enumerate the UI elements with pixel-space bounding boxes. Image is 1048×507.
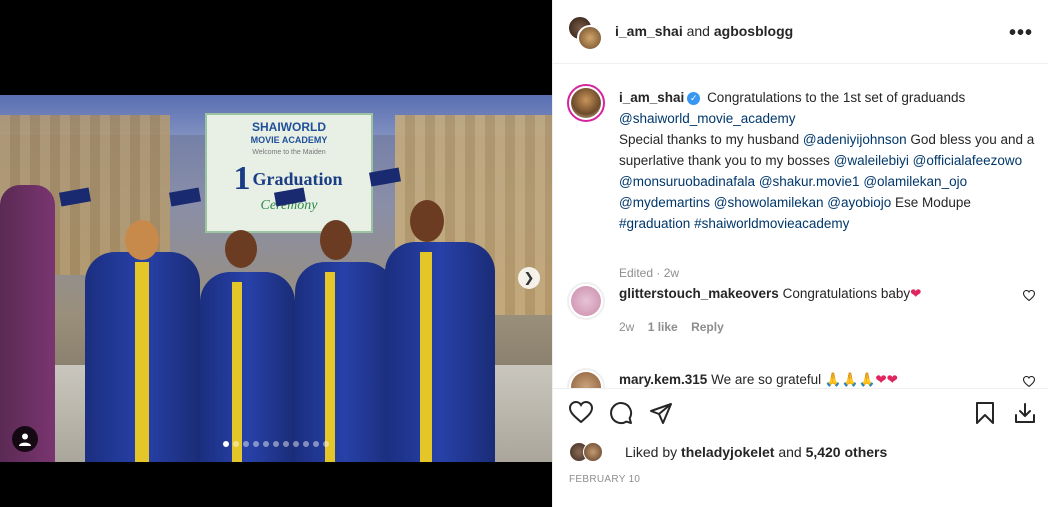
- more-options-icon[interactable]: •••: [1009, 22, 1033, 45]
- comment-meta: 2w 1 like Reply: [619, 320, 724, 334]
- action-bar: [553, 388, 1048, 440]
- hashtag-link[interactable]: #shaiworldmovieacademy: [694, 216, 849, 231]
- carousel-indicator: [0, 441, 552, 447]
- verified-badge-icon: ✓: [687, 92, 701, 105]
- comment-icon: [610, 402, 633, 425]
- banner-logo-line1: SHAIWORLD: [252, 120, 326, 134]
- mention-link[interactable]: @ayobiojo: [827, 195, 891, 210]
- comment-text: mary.kem.315 We are so grateful 🙏🙏🙏❤❤: [619, 372, 898, 388]
- avatar[interactable]: [567, 282, 605, 320]
- carousel-dot: [243, 441, 249, 447]
- comment-username[interactable]: mary.kem.315: [619, 372, 707, 387]
- mention-link[interactable]: @monsuruobadinafala: [619, 174, 755, 189]
- header-avatars[interactable]: [567, 15, 603, 51]
- download-button[interactable]: [1013, 401, 1037, 430]
- mention-link[interactable]: @mydemartins: [619, 195, 710, 210]
- caption-username[interactable]: i_am_shai: [619, 90, 684, 105]
- post-header: i_am_shai and agbosblogg •••: [553, 0, 1048, 64]
- tagged-users-button[interactable]: [12, 426, 38, 452]
- save-button[interactable]: [975, 401, 995, 430]
- hashtag-link[interactable]: #graduation: [619, 216, 690, 231]
- heart-emoji: ❤: [910, 286, 922, 301]
- comments-section[interactable]: i_am_shai ✓ Congratulations to the 1st se…: [553, 64, 1048, 388]
- comment-age[interactable]: 2w: [619, 320, 634, 334]
- caption-text4: Ese Modupe: [895, 195, 971, 210]
- mention-link[interactable]: @showolamilekan: [714, 195, 824, 210]
- caption-edited-time: Edited · 2w: [619, 266, 680, 280]
- likes-summary: Liked by theladyjokelet and 5,420 others: [567, 442, 1037, 464]
- liker-link[interactable]: theladyjokelet: [681, 444, 774, 460]
- mention-link[interactable]: @olamilekan_ojo: [863, 174, 967, 189]
- heart-outline-icon: [1022, 289, 1036, 302]
- likes-avatars[interactable]: [569, 442, 609, 464]
- carousel-dot: [263, 441, 269, 447]
- coauthor-link[interactable]: agbosblogg: [714, 23, 793, 39]
- avatar[interactable]: [567, 84, 605, 122]
- carousel-dot: [273, 441, 279, 447]
- banner-headline-text: Graduation: [252, 168, 343, 189]
- header-authors: i_am_shai and agbosblogg: [615, 23, 793, 39]
- share-button[interactable]: [649, 401, 673, 430]
- comment-like-button[interactable]: [1022, 375, 1036, 388]
- likes-count-link[interactable]: 5,420 others: [806, 444, 888, 460]
- carousel-dot: [253, 441, 259, 447]
- comment-button[interactable]: [609, 401, 633, 430]
- mention-link[interactable]: @adeniyijohnson: [803, 132, 907, 147]
- caption-line1: Congratulations to the 1st set of gradua…: [707, 90, 966, 105]
- comment-username[interactable]: glitterstouch_makeovers: [619, 286, 779, 301]
- photo-banner: SHAIWORLD MOVIE ACADEMY Welcome to the M…: [205, 113, 373, 233]
- carousel-dot: [293, 441, 299, 447]
- likes-prefix: Liked by: [625, 444, 678, 460]
- banner-subtitle: Welcome to the Maiden: [252, 149, 326, 156]
- author-link[interactable]: i_am_shai: [615, 23, 683, 39]
- comment-body: We are so grateful: [711, 372, 822, 387]
- post-media: SHAIWORLD MOVIE ACADEMY Welcome to the M…: [0, 0, 552, 507]
- reply-button[interactable]: Reply: [691, 320, 724, 334]
- carousel-next-button[interactable]: ❯: [518, 267, 540, 289]
- post-date[interactable]: FEBRUARY 10: [569, 474, 640, 485]
- avatar[interactable]: [583, 442, 603, 462]
- carousel-dot: [283, 441, 289, 447]
- bookmark-icon: [976, 402, 994, 424]
- carousel-dot: [313, 441, 319, 447]
- caption-text: i_am_shai ✓ Congratulations to the 1st se…: [619, 87, 1037, 234]
- post-panel: i_am_shai and agbosblogg ••• i_am_shai ✓ …: [552, 0, 1048, 507]
- chevron-right-icon: ❯: [523, 270, 535, 285]
- author-joiner: and: [686, 23, 710, 39]
- likes-text: Liked by theladyjokelet and 5,420 others: [625, 444, 887, 460]
- avatar[interactable]: [567, 368, 605, 388]
- post-photo[interactable]: SHAIWORLD MOVIE ACADEMY Welcome to the M…: [0, 95, 552, 462]
- comment-likes[interactable]: 1 like: [648, 320, 678, 334]
- avatar[interactable]: [577, 25, 603, 51]
- mention-link[interactable]: @waleilebiyi: [834, 153, 909, 168]
- banner-number: 1: [233, 160, 251, 197]
- mention-link[interactable]: @shaiworld_movie_academy: [619, 111, 796, 126]
- photo-guest: [0, 185, 55, 462]
- mention-link[interactable]: @shakur.movie1: [759, 174, 860, 189]
- emoji-text: 🙏🙏🙏❤❤: [824, 372, 898, 387]
- carousel-dot: [323, 441, 329, 447]
- comment-body: Congratulations baby: [782, 286, 911, 301]
- like-button[interactable]: [568, 400, 594, 428]
- banner-logo-line2: MOVIE ACADEMY: [250, 135, 328, 145]
- carousel-dot: [223, 441, 229, 447]
- send-icon: [650, 403, 672, 424]
- heart-outline-icon: [1022, 375, 1036, 388]
- comment-text: glitterstouch_makeovers Congratulations …: [619, 286, 921, 302]
- mention-link[interactable]: @officialafeezowo: [913, 153, 1023, 168]
- caption-text2: Special thanks to my husband: [619, 132, 800, 147]
- heart-outline-icon: [568, 400, 594, 424]
- carousel-dot: [303, 441, 309, 447]
- likes-joiner: and: [778, 444, 802, 460]
- comment-like-button[interactable]: [1022, 289, 1036, 304]
- download-icon: [1015, 403, 1035, 423]
- carousel-dot: [233, 441, 239, 447]
